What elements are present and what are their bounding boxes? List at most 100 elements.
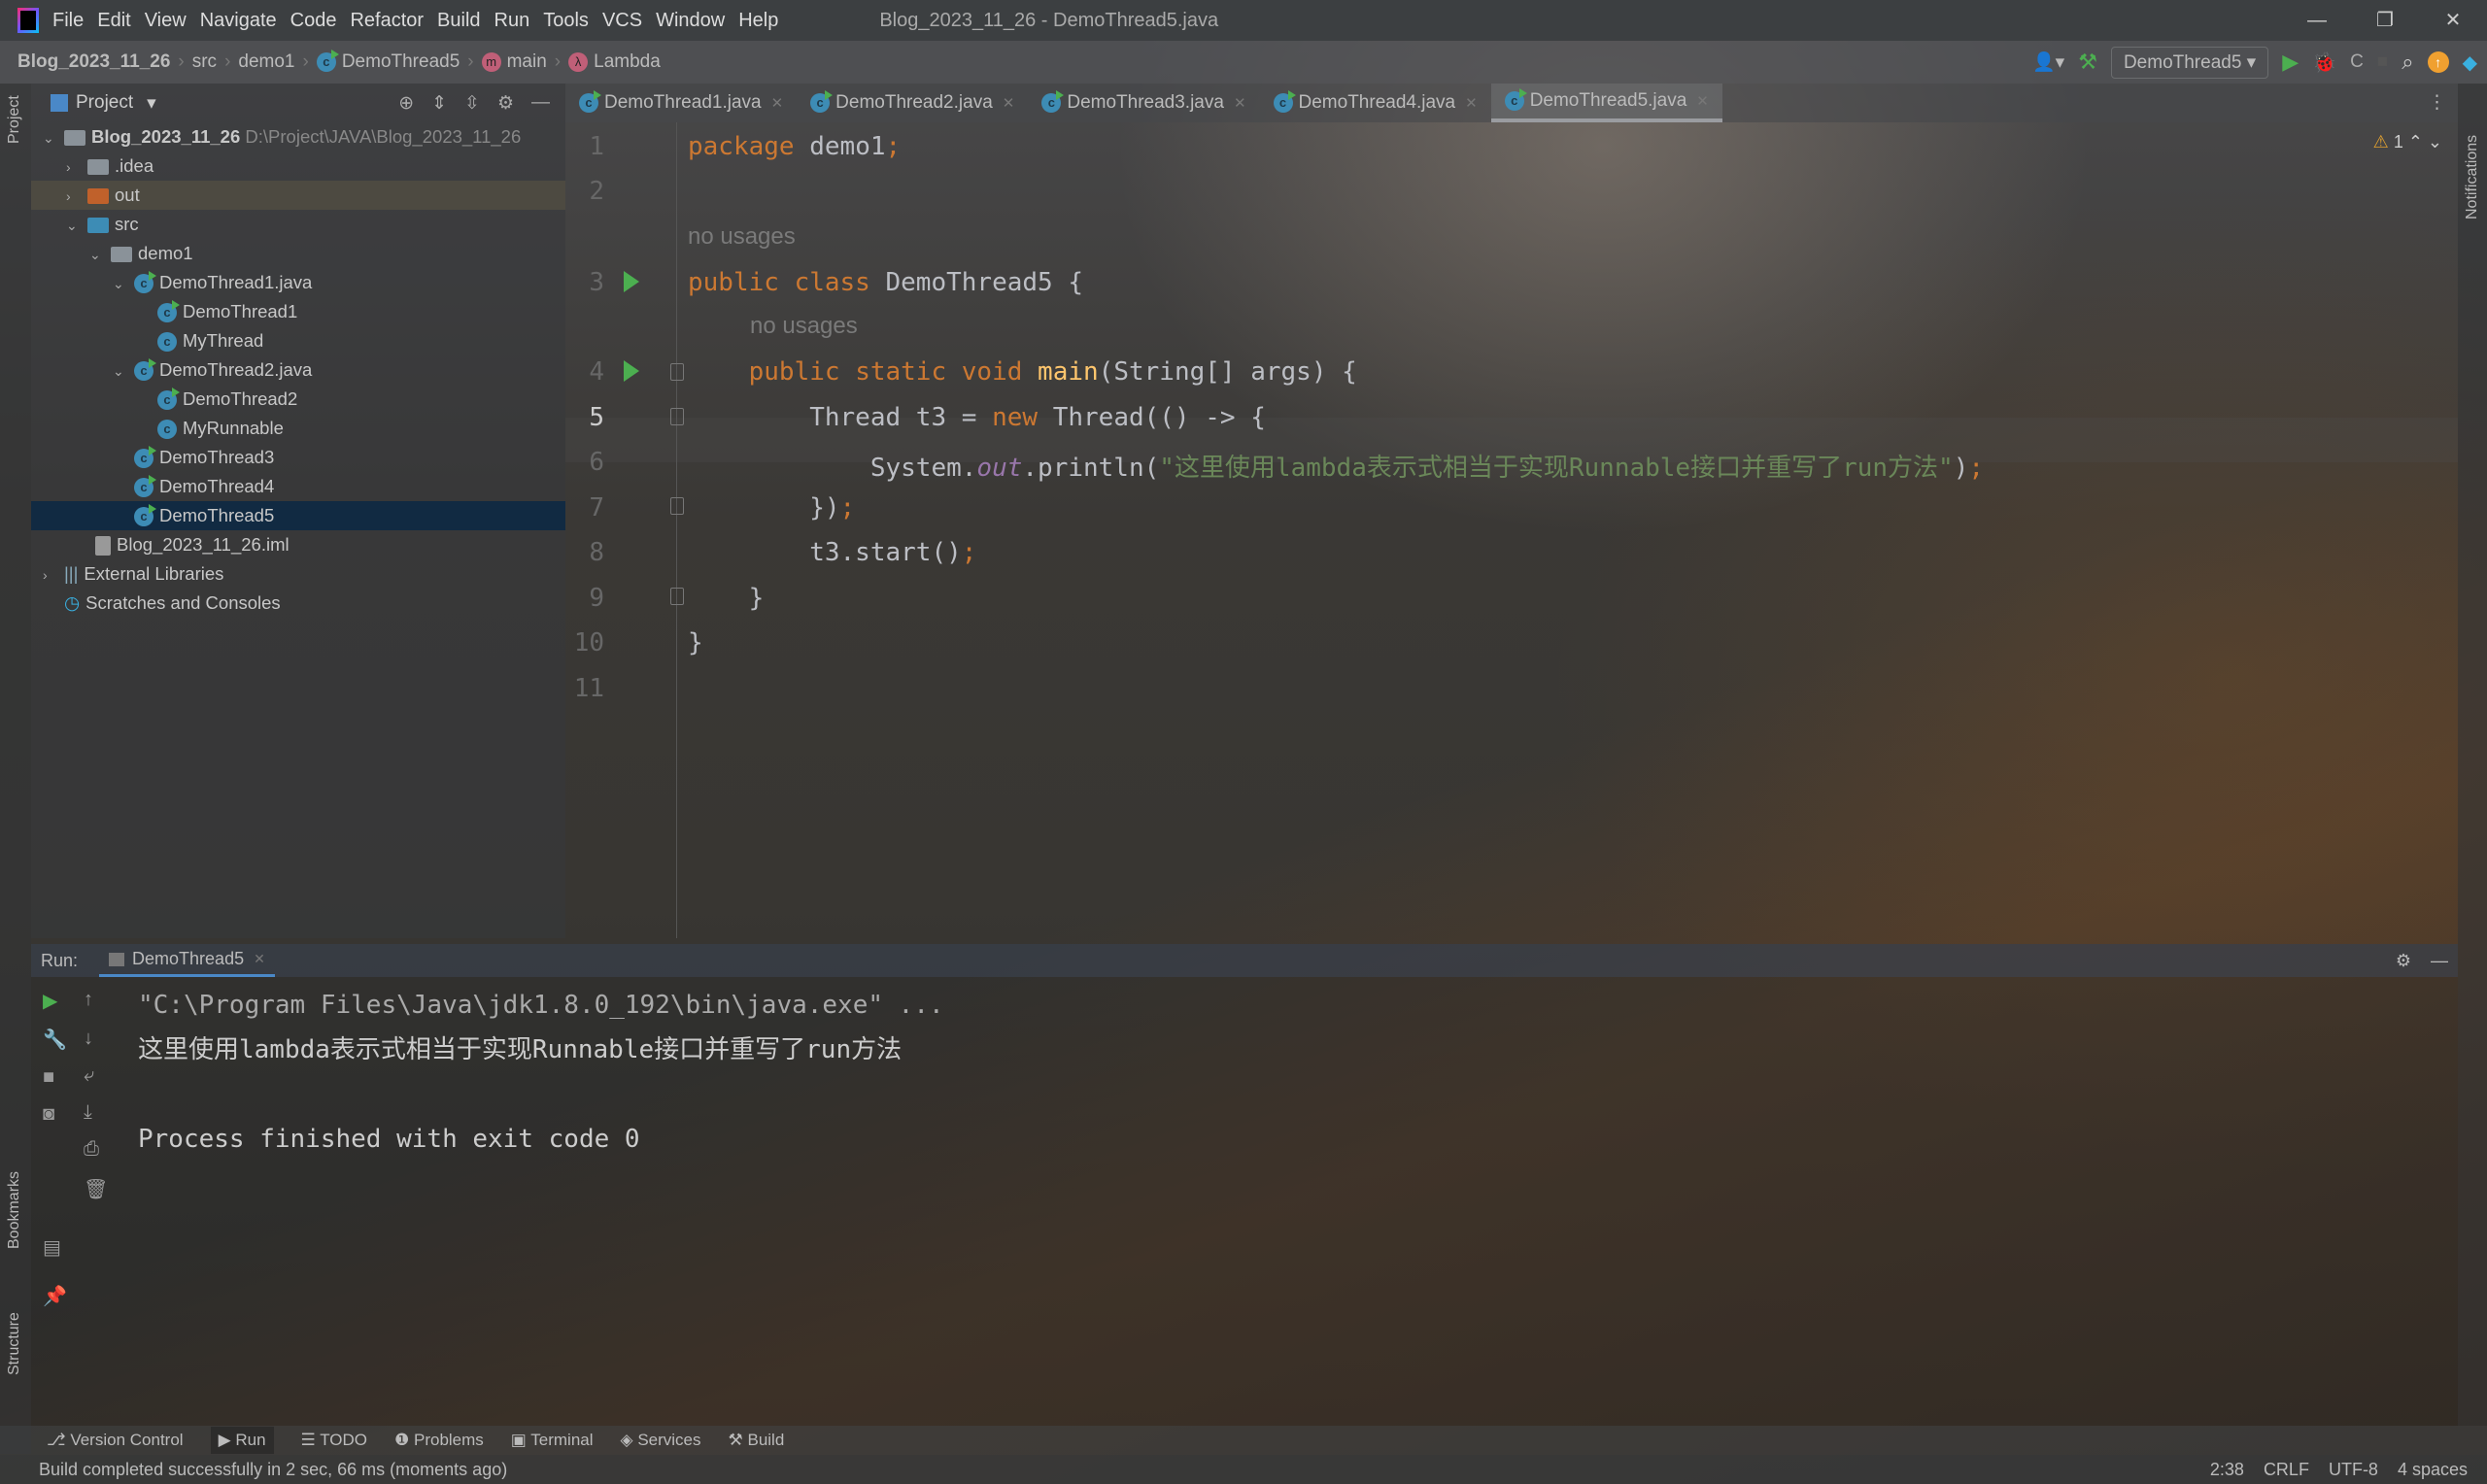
menu-edit[interactable]: Edit — [97, 10, 130, 31]
status-message[interactable]: Build completed successfully in 2 sec, 6… — [39, 1460, 507, 1480]
pin-icon[interactable]: 📌 — [43, 1284, 67, 1308]
run-tool-button[interactable]: ▶ Run — [210, 1427, 274, 1454]
run-gutter-icon[interactable] — [624, 360, 639, 382]
close-tab-icon[interactable]: ✕ — [1234, 94, 1246, 112]
tree-item-demothread2-java[interactable]: ⌄ c DemoThread2.java — [31, 355, 565, 385]
tree-item-mythread[interactable]: c MyThread — [31, 326, 565, 355]
breadcrumb-project[interactable]: Blog_2023_11_26 — [17, 51, 170, 73]
close-tab-icon[interactable]: ✕ — [1696, 92, 1709, 110]
line-separator[interactable]: CRLF — [2264, 1460, 2309, 1480]
trash-icon[interactable]: 🗑 — [84, 1177, 108, 1201]
breadcrumb-src[interactable]: src — [192, 51, 217, 73]
tree-item-idea[interactable]: › .idea — [31, 152, 565, 181]
menu-build[interactable]: Build — [437, 10, 480, 31]
menu-view[interactable]: View — [145, 10, 187, 31]
user-icon[interactable]: 👤▾ — [2032, 51, 2064, 74]
project-view-select[interactable]: Project — [76, 92, 133, 114]
run-gutter-icon[interactable] — [624, 271, 639, 292]
menu-navigate[interactable]: Navigate — [200, 10, 277, 31]
soft-wrap-icon[interactable]: ⤶ — [84, 1064, 94, 1087]
fold-icon[interactable] — [670, 363, 684, 381]
tree-item-demothread1-java[interactable]: ⌄ c DemoThread1.java — [31, 268, 565, 297]
update-icon[interactable]: ↑ — [2427, 51, 2449, 73]
minimize-button[interactable]: — — [2283, 0, 2351, 41]
breadcrumb-lambda[interactable]: Lambda — [594, 51, 661, 73]
tab-demothread5[interactable]: c DemoThread5.java ✕ — [1490, 84, 1722, 122]
menu-file[interactable]: File — [52, 10, 84, 31]
console-output[interactable]: "C:\Program Files\Java\jdk1.8.0_192\bin\… — [138, 983, 944, 1162]
tree-item-scratches[interactable]: ◷ Scratches and Consoles — [31, 589, 565, 618]
close-tab-icon[interactable]: ✕ — [1465, 94, 1478, 112]
bookmarks-tool-button[interactable]: Bookmarks — [6, 1171, 23, 1249]
caret-position[interactable]: 2:38 — [2210, 1460, 2244, 1480]
tree-root[interactable]: ⌄ Blog_2023_11_26 D:\Project\JAVA\Blog_20… — [31, 122, 565, 152]
run-icon[interactable]: ▶ — [2282, 50, 2299, 75]
gear-icon[interactable]: ⚙ — [2396, 951, 2411, 971]
hide-icon[interactable]: — — [531, 92, 550, 115]
code-editor[interactable]: ⚠ 1 ⌃ ⌄ 1 2 3 4 5 6 7 8 9 10 11 package … — [565, 122, 2458, 938]
menu-vcs[interactable]: VCS — [602, 10, 642, 31]
tab-demothread1[interactable]: c DemoThread1.java ✕ — [565, 84, 797, 122]
wrench-icon[interactable]: 🔧 — [43, 1028, 67, 1052]
expand-all-icon[interactable]: ⇕ — [431, 92, 447, 115]
close-tab-icon[interactable]: ✕ — [1003, 94, 1015, 112]
build-button[interactable]: ⚒ Build — [729, 1431, 785, 1450]
version-control-button[interactable]: ⎇ Version Control — [47, 1431, 184, 1450]
close-button[interactable]: ✕ — [2419, 0, 2487, 41]
collapse-all-icon[interactable]: ⇳ — [464, 92, 480, 115]
services-button[interactable]: ◈ Services — [621, 1431, 701, 1450]
fold-icon[interactable] — [670, 497, 684, 515]
tree-item-iml[interactable]: Blog_2023_11_26.iml — [31, 530, 565, 559]
fold-icon[interactable] — [670, 588, 684, 605]
tree-item-demothread3[interactable]: c DemoThread3 — [31, 443, 565, 472]
file-encoding[interactable]: UTF-8 — [2329, 1460, 2378, 1480]
debug-icon[interactable]: 🐞 — [2312, 51, 2336, 75]
tree-item-demothread4[interactable]: c DemoThread4 — [31, 472, 565, 501]
problems-button[interactable]: ❶ Problems — [394, 1431, 484, 1450]
menu-tools[interactable]: Tools — [543, 10, 589, 31]
tree-item-demothread1[interactable]: c DemoThread1 — [31, 297, 565, 326]
scroll-end-icon[interactable]: ⤓ — [84, 1101, 92, 1124]
notifications-tool-button[interactable]: Notifications — [2464, 135, 2481, 219]
terminal-button[interactable]: ▣ Terminal — [511, 1431, 594, 1450]
tab-demothread2[interactable]: c DemoThread2.java ✕ — [797, 84, 1028, 122]
run-config-select[interactable]: DemoThread5 ▾ — [2110, 46, 2269, 79]
tree-item-demothread2[interactable]: c DemoThread2 — [31, 385, 565, 414]
menu-window[interactable]: Window — [656, 10, 725, 31]
tab-demothread3[interactable]: c DemoThread3.java ✕ — [1028, 84, 1259, 122]
menu-code[interactable]: Code — [290, 10, 337, 31]
stop-icon[interactable]: ■ — [2377, 51, 2388, 73]
menu-run[interactable]: Run — [494, 10, 530, 31]
coverage-icon[interactable]: C — [2350, 51, 2364, 73]
tree-item-external-libraries[interactable]: › ||| External Libraries — [31, 559, 565, 589]
menu-help[interactable]: Help — [738, 10, 778, 31]
menu-refactor[interactable]: Refactor — [350, 10, 424, 31]
rerun-icon[interactable]: ▶ — [43, 989, 57, 1013]
project-tool-button[interactable]: Project — [6, 95, 23, 144]
more-tabs-icon[interactable]: ⋮ — [2428, 84, 2446, 122]
tree-item-myrunnable[interactable]: c MyRunnable — [31, 414, 565, 443]
locate-icon[interactable]: ⊕ — [398, 92, 414, 115]
hide-icon[interactable]: — — [2431, 951, 2448, 971]
gear-icon[interactable]: ⚙ — [497, 92, 514, 115]
stop-icon[interactable]: ■ — [43, 1066, 54, 1089]
breadcrumb-method[interactable]: main — [507, 51, 547, 73]
tree-item-demo1[interactable]: ⌄ demo1 — [31, 239, 565, 268]
search-icon[interactable]: ⌕ — [2402, 50, 2413, 75]
todo-button[interactable]: ☰ TODO — [301, 1431, 367, 1450]
camera-icon[interactable]: ◙ — [43, 1103, 54, 1126]
print-icon[interactable]: ⎙ — [84, 1138, 99, 1161]
layout-icon[interactable]: ▤ — [43, 1235, 61, 1260]
breadcrumb-demo1[interactable]: demo1 — [238, 51, 294, 73]
indent-setting[interactable]: 4 spaces — [2398, 1460, 2468, 1480]
breadcrumb-class[interactable]: DemoThread5 — [342, 51, 460, 73]
tree-item-out[interactable]: › out — [31, 181, 565, 210]
close-tab-icon[interactable]: ✕ — [771, 94, 784, 112]
restore-button[interactable]: ❐ — [2351, 0, 2419, 41]
close-tab-icon[interactable]: ✕ — [254, 951, 265, 967]
fold-icon[interactable] — [670, 408, 684, 425]
tree-item-src[interactable]: ⌄ src — [31, 210, 565, 239]
build-hammer-icon[interactable]: ⚒ — [2078, 50, 2097, 75]
tab-demothread4[interactable]: c DemoThread4.java ✕ — [1260, 84, 1491, 122]
down-arrow-icon[interactable]: ↓ — [84, 1028, 93, 1050]
